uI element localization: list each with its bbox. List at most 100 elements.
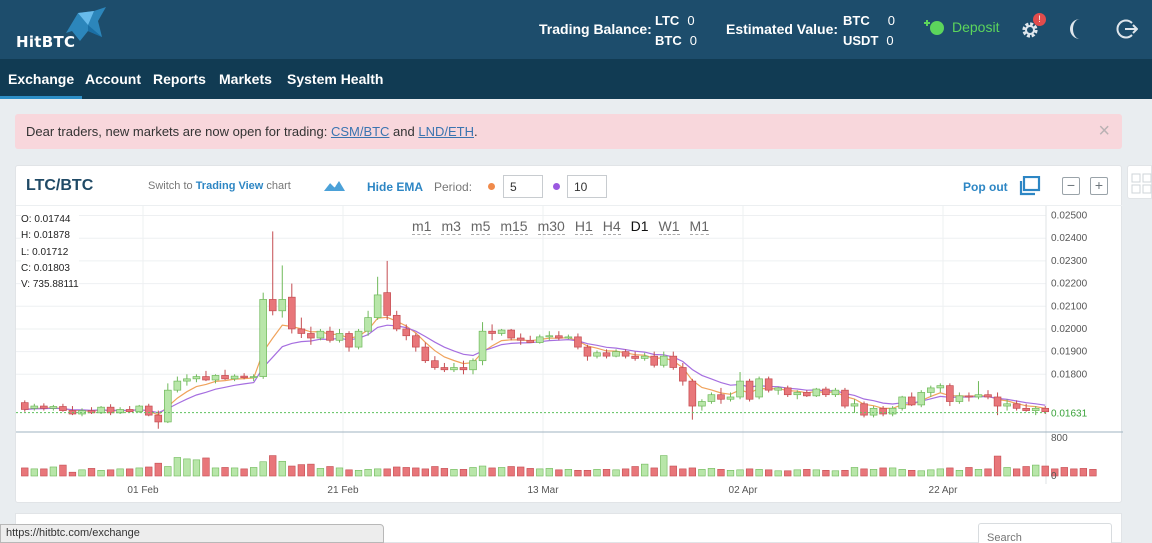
volume-bar (230, 467, 239, 477)
timeframe-m1[interactable]: m1 (412, 218, 432, 235)
timeframe-m30[interactable]: m30 (537, 218, 565, 235)
volume-bar (450, 469, 458, 477)
volume-bar (707, 468, 716, 477)
switch-chart-link[interactable]: Switch to Trading View chart (148, 180, 291, 192)
alert-close-icon[interactable]: × (1098, 114, 1110, 149)
candle-body (717, 394, 725, 400)
candle-body (555, 335, 563, 339)
x-tick-label: 21 Feb (327, 485, 359, 496)
volume-bar (946, 467, 954, 477)
candle-body (507, 329, 515, 339)
timeframe-m3[interactable]: m3 (441, 218, 461, 235)
candlestick-chart[interactable]: 0.02500 0.02400 0.02300 0.02200 0.02100 0.020… (16, 206, 1123, 502)
alert-text-end: . (473, 124, 478, 139)
timeframe-d1[interactable]: D1 (631, 218, 649, 235)
timeframe-m15[interactable]: m15 (500, 218, 528, 235)
volume-bar (507, 466, 515, 477)
logout-button[interactable] (1116, 18, 1139, 40)
y-tick-label: 0.02300 (1051, 256, 1088, 267)
candle-body (879, 407, 887, 415)
volume-bar (784, 470, 792, 477)
alert-link-csm-btc[interactable]: CSM/BTC (331, 124, 390, 139)
volume-bar (955, 469, 964, 477)
zoom-out-button[interactable]: − (1062, 177, 1080, 195)
volume-bar (717, 469, 725, 477)
timeframe-h4[interactable]: H4 (602, 218, 621, 235)
volume-bar (889, 467, 897, 477)
pop-out-icon[interactable] (1019, 176, 1041, 196)
settings-button[interactable]: ! (1019, 13, 1046, 41)
timeframe-month1[interactable]: M1 (689, 218, 709, 235)
candle-body (955, 395, 964, 402)
y-tick-label: 0.02500 (1051, 211, 1088, 222)
zoom-in-button[interactable]: + (1090, 177, 1108, 195)
search-input[interactable] (978, 523, 1112, 543)
candle-body (850, 403, 859, 407)
volume-bar (421, 468, 429, 477)
top-bar: HitBTC Trading Balance: LTC 0 BTC 0 Estima… (0, 0, 1152, 59)
volume-bar (860, 468, 868, 477)
nav-reports[interactable]: Reports (153, 59, 206, 99)
nav-system-health[interactable]: System Health (287, 59, 383, 99)
candle-body (640, 355, 649, 359)
timeframe-h1[interactable]: H1 (574, 218, 593, 235)
hide-ema-button[interactable]: Hide EMA (367, 180, 423, 194)
y-tick-label: 0.02000 (1051, 324, 1088, 335)
nav-markets[interactable]: Markets (219, 59, 272, 99)
ema-period-long-input[interactable] (567, 175, 607, 198)
volume-bar (755, 469, 763, 477)
volume-tick-label: 800 (1051, 433, 1068, 444)
candle-body (97, 406, 105, 414)
pop-out-button[interactable]: Pop out (963, 180, 1008, 194)
candle-body (669, 355, 678, 368)
announcement-alert: Dear traders, new markets are now open f… (15, 114, 1122, 149)
candle-body (154, 414, 163, 423)
alert-link-lnd-eth[interactable]: LND/ETH (418, 124, 474, 139)
volume-bar (908, 469, 916, 477)
candle-body (40, 405, 48, 409)
last-price-label: 0.01631 (1051, 409, 1088, 420)
volume-bar (1003, 467, 1011, 477)
volume-bar (583, 469, 592, 477)
trading-balance-btc: BTC 0 (655, 33, 697, 48)
volume-bar (612, 469, 620, 477)
volume-bar (621, 468, 630, 477)
candle-body (373, 294, 382, 318)
volume-bar (574, 469, 582, 477)
nav-account[interactable]: Account (85, 59, 141, 99)
status-bar-url: https://hitbtc.com/exchange (0, 524, 384, 543)
timeframe-w1[interactable]: W1 (658, 218, 680, 235)
candle-body (478, 330, 487, 362)
volume-bar (192, 459, 201, 477)
layout-toggle-button[interactable] (1127, 165, 1152, 199)
volume-bar (602, 469, 611, 477)
ema-period-short-input[interactable] (503, 175, 543, 198)
volume-bar (1032, 464, 1040, 477)
volume-bar (517, 466, 525, 477)
chart-header: LTC/BTC Switch to Trading View chart Hid… (16, 166, 1123, 206)
candle-body (774, 387, 782, 391)
candle-body (755, 378, 763, 398)
trading-balance-label: Trading Balance: (539, 21, 652, 37)
nav-exchange[interactable]: Exchange (0, 59, 83, 99)
volume-bar (211, 467, 220, 477)
timeframe-m5[interactable]: m5 (470, 218, 491, 235)
x-tick-label: 01 Feb (127, 485, 159, 496)
logo-text[interactable]: HitBTC (16, 33, 75, 51)
candle-body (698, 401, 706, 407)
trading-view-icon[interactable] (322, 178, 346, 192)
volume-bar (459, 469, 468, 477)
volume-bar (345, 469, 353, 477)
volume-bar (774, 470, 782, 477)
candle-body (20, 402, 29, 410)
candle-body (364, 317, 372, 332)
night-mode-button[interactable] (1068, 18, 1086, 40)
timeframe-selector: m1 m3 m5 m15 m30 H1 H4 D1 W1 M1 (412, 218, 709, 235)
candle-body (707, 394, 716, 402)
deposit-button[interactable]: Deposit (922, 18, 999, 36)
candle-body (297, 328, 306, 334)
candle-body (822, 388, 830, 396)
volume-bar (993, 455, 1002, 477)
candle-body (249, 376, 258, 379)
ema-long-dot (553, 183, 560, 190)
